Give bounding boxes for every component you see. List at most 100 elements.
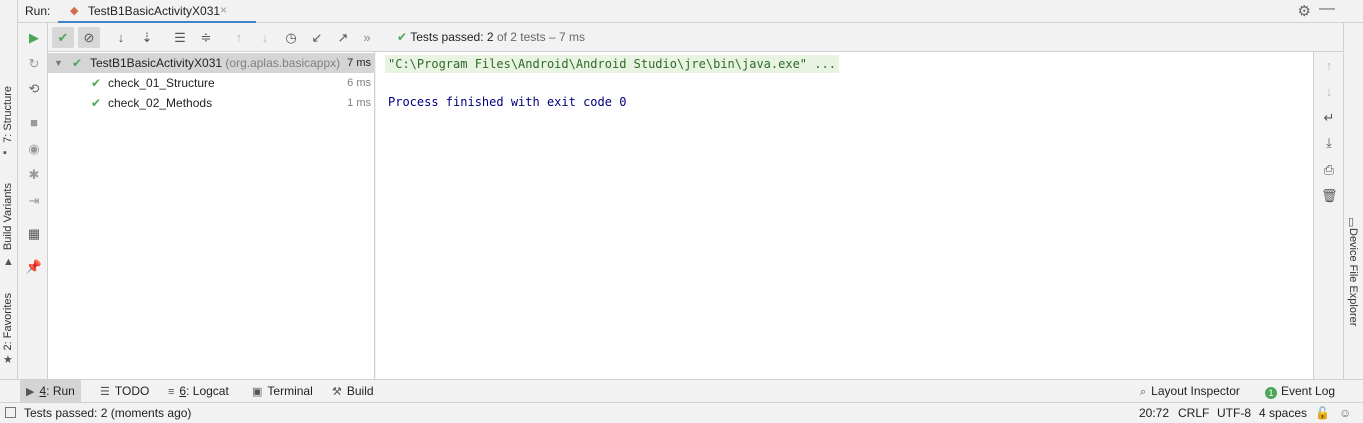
test-package-label: (org.aplas.basicappx) — [225, 56, 341, 70]
rerun-failed-icon[interactable]: ↻ — [25, 55, 43, 73]
run-tool-label: : Run — [46, 384, 75, 398]
tests-passed-count: 2 — [486, 30, 494, 44]
up-arrow-icon[interactable]: ↑ — [1321, 58, 1337, 73]
passed-check-icon: ✔ — [91, 76, 102, 90]
console-output[interactable]: "C:\Program Files\Android\Android Studio… — [376, 52, 1313, 379]
favorites-tool-button[interactable]: 2: Favorites — [2, 293, 14, 350]
minimize-icon[interactable]: — — [1319, 0, 1335, 18]
status-bar: Tests passed: 2 (moments ago) 20:72 CRLF… — [0, 402, 1363, 423]
android-studio-run-window: ▪ 7: Structure ▲ Build Variants ★ 2: Fav… — [0, 0, 1363, 423]
tool-window-bar: ▶ 4: Run ☰ TODO ≡ 6: Logcat ▣ Terminal ⚒ Buil… — [0, 379, 1363, 403]
console-command-line[interactable]: "C:\Program Files\Android\Android Studio… — [385, 55, 839, 73]
pin-icon[interactable]: 📌 — [25, 258, 43, 276]
sort-by-duration-icon[interactable]: ⇣ — [136, 27, 158, 48]
android-icon: ▲ — [3, 256, 14, 268]
device-file-explorer-button[interactable]: Device File Explorer — [1347, 228, 1359, 326]
status-message[interactable]: Tests passed: 2 (moments ago) — [24, 406, 191, 420]
run-toolbar: ▶ ↻ ⟲ ■ ◉ ✱ ⇥ ▦ 📌 — [19, 23, 48, 379]
event-log-badge: 1 — [1265, 387, 1277, 399]
expand-all-icon[interactable]: ☰ — [169, 27, 191, 48]
list-icon: ☰ — [100, 386, 110, 398]
line-separator[interactable]: CRLF — [1178, 406, 1209, 420]
run-config-icon: ◆ — [70, 5, 79, 17]
debug-icon[interactable]: ✱ — [25, 166, 43, 184]
inspector-icon[interactable]: ☺ — [1339, 406, 1351, 420]
show-passed-icon[interactable]: ✔ — [52, 27, 74, 48]
logcat-tool-window-button[interactable]: ≡ 6: Logcat — [162, 380, 235, 403]
test-duration: 7 ms — [347, 57, 371, 69]
test-method-label: check_01_Structure — [108, 76, 215, 90]
import-icon[interactable]: ⇥ — [25, 192, 43, 210]
test-tree-row[interactable]: ✔ check_02_Methods 1 ms — [48, 93, 375, 113]
import-tests-icon[interactable]: ↙ — [306, 27, 328, 48]
previous-failed-icon[interactable]: ↑ — [228, 27, 250, 48]
tests-status-suffix: of 2 tests – 7 ms — [496, 30, 585, 44]
run-config-tab[interactable]: ◆ TestB1BasicActivityX031 × — [58, 0, 256, 23]
show-ignored-icon[interactable]: ⊘ — [78, 27, 100, 48]
history-icon[interactable]: ◷ — [280, 27, 302, 48]
print-icon[interactable]: ⎙ — [1321, 162, 1337, 178]
next-failed-icon[interactable]: ↓ — [254, 27, 276, 48]
test-toolbar: ✔ ⊘ ↓ ⇣ ☰ ≑ ↑ ↓ ◷ ↙ ↗ » ✔ Tests passed: … — [48, 23, 1343, 52]
todo-tool-window-button[interactable]: ☰ TODO — [94, 380, 155, 403]
terminal-tool-window-button[interactable]: ▣ Terminal — [246, 380, 319, 403]
event-log-label: Event Log — [1281, 384, 1336, 398]
passed-check-icon: ✔ — [72, 56, 83, 70]
right-tool-strip: ▯ Device File Explorer — [1343, 23, 1363, 379]
test-duration: 1 ms — [347, 97, 371, 109]
passed-check-icon: ✔ — [91, 96, 102, 110]
star-icon: ★ — [3, 354, 13, 366]
console-actions: ↑ ↓ ↵ ⤓ ⎙ 🗑 — [1313, 52, 1343, 379]
file-encoding[interactable]: UTF-8 — [1217, 406, 1251, 420]
console-exit-line: Process finished with exit code 0 — [388, 95, 627, 109]
more-actions-icon[interactable]: » — [356, 27, 378, 48]
test-class-name: TestB1BasicActivityX031 (org.aplas.basic… — [90, 53, 340, 73]
tests-status: ✔ Tests passed: 2 of 2 tests – 7 ms — [397, 30, 585, 44]
lock-icon[interactable]: 🔓 — [1315, 406, 1330, 420]
trash-icon[interactable]: 🗑 — [1321, 188, 1338, 204]
test-tree: ▼ ✔ TestB1BasicActivityX031 (org.aplas.b… — [48, 52, 375, 379]
structure-tool-button[interactable]: 7: Structure — [2, 86, 14, 143]
structure-icon: ▪ — [3, 147, 7, 159]
rerun-icon[interactable]: ▶ — [25, 29, 43, 47]
logcat-icon: ≡ — [168, 386, 175, 398]
scroll-to-end-icon[interactable]: ⤓ — [1321, 135, 1337, 151]
expand-arrow-icon[interactable]: ▼ — [54, 53, 63, 73]
camera-icon[interactable]: ◉ — [25, 140, 43, 158]
logcat-label: : Logcat — [186, 384, 229, 398]
build-tool-window-button[interactable]: ⚒ Build — [326, 380, 380, 403]
down-arrow-icon[interactable]: ↓ — [1321, 84, 1337, 99]
close-icon[interactable]: × — [220, 3, 227, 17]
indent-setting[interactable]: 4 spaces — [1259, 406, 1307, 420]
run-icon: ▶ — [26, 386, 35, 398]
soft-wrap-icon[interactable]: ↵ — [1321, 110, 1337, 126]
gear-icon[interactable]: ⚙ — [1298, 2, 1311, 20]
run-label: Run: — [25, 4, 51, 18]
caret-position[interactable]: 20:72 — [1139, 406, 1169, 420]
run-tool-window-button[interactable]: ▶ 4: Run — [20, 380, 81, 403]
test-method-label: check_02_Methods — [108, 96, 213, 110]
stop-icon[interactable]: ■ — [25, 114, 43, 132]
sort-alphabetically-icon[interactable]: ↓ — [110, 27, 132, 48]
test-class-label: TestB1BasicActivityX031 — [90, 56, 223, 70]
layout-inspector-button[interactable]: ⌕ Layout Inspector — [1134, 380, 1246, 403]
left-tool-strip: ▪ 7: Structure ▲ Build Variants ★ 2: Fav… — [0, 0, 18, 379]
build-label: Build — [346, 384, 374, 398]
run-header: Run: ◆ TestB1BasicActivityX031 × ⚙ — — [18, 0, 1363, 23]
hammer-icon: ⚒ — [332, 386, 342, 398]
export-tests-icon[interactable]: ↗ — [332, 27, 354, 48]
build-variants-tool-button[interactable]: Build Variants — [2, 183, 14, 250]
collapse-all-icon[interactable]: ≑ — [195, 27, 217, 48]
toggle-autotest-icon[interactable]: ⟲ — [25, 80, 43, 98]
event-log-button[interactable]: 1 Event Log — [1259, 380, 1341, 403]
test-duration: 6 ms — [347, 77, 371, 89]
test-tree-row[interactable]: ✔ check_01_Structure 6 ms — [48, 73, 375, 93]
layout-inspector-label: Layout Inspector — [1151, 384, 1240, 398]
todo-label: TODO — [114, 384, 150, 398]
layout-icon[interactable]: ▦ — [25, 225, 43, 243]
device-icon: ▯ — [1348, 216, 1355, 228]
tool-windows-toggle-icon[interactable] — [5, 407, 16, 418]
check-icon: ✔ — [397, 30, 408, 44]
tests-status-prefix: Tests passed: — [410, 30, 484, 44]
test-tree-row-root[interactable]: ▼ ✔ TestB1BasicActivityX031 (org.aplas.b… — [48, 53, 375, 73]
